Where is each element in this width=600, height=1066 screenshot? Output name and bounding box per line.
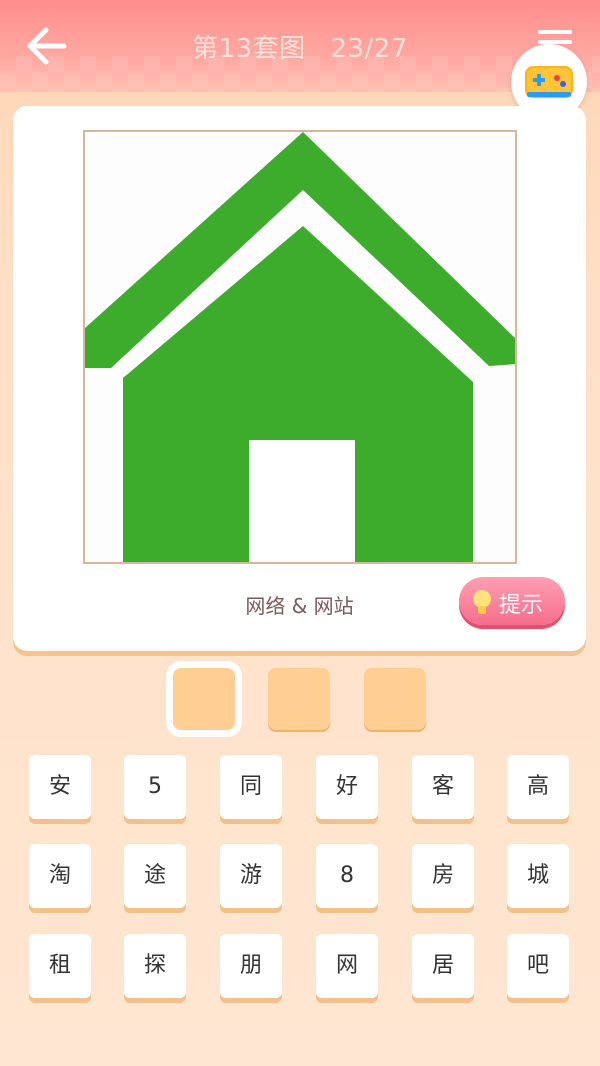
answer-slot-1[interactable] xyxy=(173,668,235,730)
key-探[interactable]: 探 xyxy=(124,934,186,998)
progress-count: 23/27 xyxy=(330,34,408,64)
key-居[interactable]: 居 xyxy=(412,934,474,998)
key-城[interactable]: 城 xyxy=(507,844,569,908)
key-租[interactable]: 租 xyxy=(29,934,91,998)
puzzle-image xyxy=(83,130,517,564)
top-bar: 第13套图 23/27 xyxy=(0,0,600,92)
key-同[interactable]: 同 xyxy=(220,755,282,819)
key-吧[interactable]: 吧 xyxy=(507,934,569,998)
key-安[interactable]: 安 xyxy=(29,755,91,819)
key-8[interactable]: 8 xyxy=(316,844,378,908)
key-高[interactable]: 高 xyxy=(507,755,569,819)
key-5[interactable]: 5 xyxy=(124,755,186,819)
set-title: 第13套图 xyxy=(192,34,306,64)
house-icon xyxy=(85,132,515,562)
level-title: 第13套图 23/27 xyxy=(0,28,600,65)
hint-label: 提示 xyxy=(499,593,544,618)
key-房[interactable]: 房 xyxy=(412,844,474,908)
key-朋[interactable]: 朋 xyxy=(220,934,282,998)
lightbulb-icon xyxy=(473,590,491,614)
answer-slot-3[interactable] xyxy=(364,668,426,730)
key-好[interactable]: 好 xyxy=(316,755,378,819)
key-客[interactable]: 客 xyxy=(412,755,474,819)
hint-button[interactable]: 提示 xyxy=(459,577,565,625)
key-游[interactable]: 游 xyxy=(220,844,282,908)
answer-slot-2[interactable] xyxy=(268,668,330,730)
hamburger-menu-icon xyxy=(538,30,572,34)
key-淘[interactable]: 淘 xyxy=(29,844,91,908)
key-网[interactable]: 网 xyxy=(316,934,378,998)
puzzle-card: 网络 & 网站 提示 xyxy=(13,106,586,651)
key-途[interactable]: 途 xyxy=(124,844,186,908)
